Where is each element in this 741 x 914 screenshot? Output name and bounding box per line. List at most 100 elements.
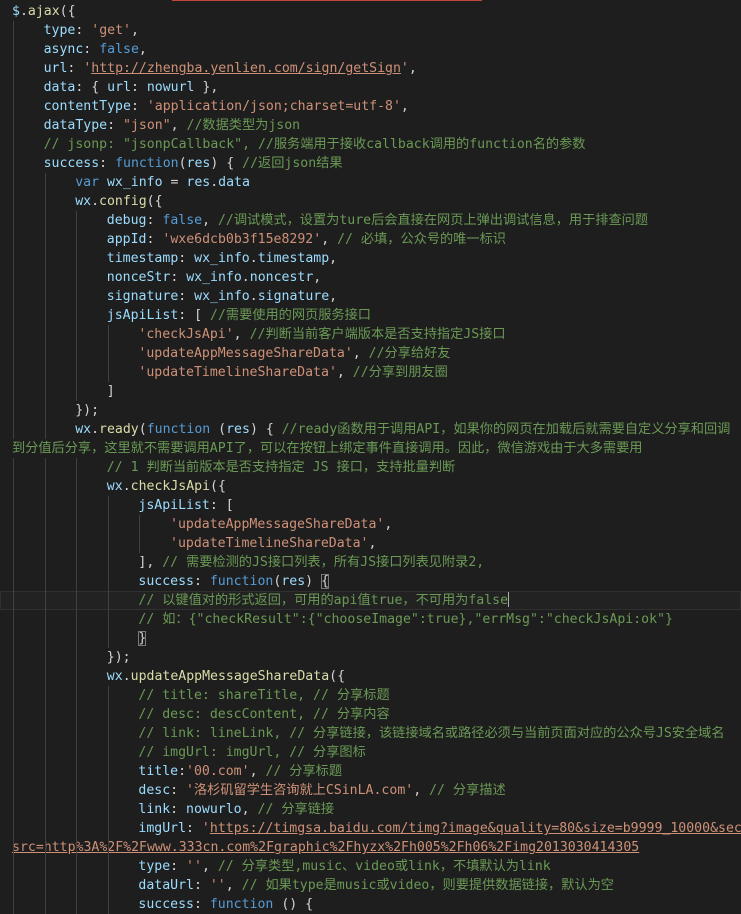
code-token: // 必填，公众号的唯一标识 [337, 232, 506, 247]
code-line[interactable]: wx.checkJsApi({ [0, 477, 741, 496]
code-token: title [138, 764, 179, 779]
code-token: '' [186, 859, 202, 874]
code-line[interactable]: jsApiList: [ [0, 496, 741, 515]
code-token: // 1 判断当前版本是否支持指定 JS 接口，支持批量判断 [106, 460, 456, 475]
code-line[interactable]: 'checkJsApi', //判断当前客户端版本是否支持指定JS接口 [0, 325, 741, 344]
code-line[interactable]: ] [0, 382, 741, 401]
code-line[interactable]: type: 'get', [0, 21, 741, 40]
code-line[interactable]: // title: shareTitle, // 分享标题 [0, 686, 741, 705]
code-line[interactable]: wx.config({ [0, 192, 741, 211]
code-token: : [186, 821, 202, 836]
indent-guide [13, 629, 14, 648]
code-line[interactable]: $.ajax({ [0, 2, 741, 21]
code-line[interactable]: 'updateAppMessageShareData', //分享给好友 [0, 344, 741, 363]
code-line[interactable]: 'updateAppMessageShareData', [0, 515, 741, 534]
code-line[interactable]: 'updateTimelineShareData', //分享到朋友圈 [0, 363, 741, 382]
indent-guide [44, 572, 46, 591]
code-line[interactable]: jsApiList: [ //需要使用的网页服务接口 [0, 306, 741, 325]
code-line[interactable]: // imgUrl: imgUrl, // 分享图标 [0, 743, 741, 762]
code-line[interactable]: src=http%3A%2F%2Fwww.333cn.com%2Fgraphic… [0, 838, 741, 857]
code-line[interactable]: url: 'http://zhengba.yenlien.com/sign/ge… [0, 59, 741, 78]
code-line[interactable]: dataUrl: '', // 如果type是music或video，则要提供数… [0, 876, 741, 895]
code-line[interactable]: }); [0, 648, 741, 667]
indent-guide [76, 325, 78, 344]
code-line[interactable]: nonceStr: wx_info.noncestr, [0, 268, 741, 287]
code-token: dataUrl [138, 878, 194, 893]
indent-guide [107, 572, 109, 591]
code-token: : [130, 99, 147, 114]
indent-guide [13, 781, 14, 800]
code-token: : [178, 289, 195, 304]
code-line[interactable]: link: nowurlo, // 分享链接 [0, 800, 741, 819]
code-line[interactable]: dataType: "json", //数据类型为json [0, 116, 741, 135]
indent-guide [44, 325, 46, 344]
code-line[interactable]: debug: false, //调试模式，设置为ture后会直接在网页上弹出调试… [0, 211, 741, 230]
code-token: 'updateTimelineShareData' [138, 365, 337, 380]
indent-guide [107, 344, 109, 363]
code-token: . [210, 175, 219, 190]
code-line[interactable]: desc: '洛杉矶留学生咨询就上CSinLA.com', // 分享描述 [0, 781, 741, 800]
code-line[interactable]: }); [0, 401, 741, 420]
code-token: // 需要检测的JS接口列表，所有JS接口列表见附录2, [162, 555, 485, 570]
code-token: ( [178, 156, 187, 171]
code-token: function [115, 156, 179, 171]
code-line[interactable]: 到分值后分享，这里就不需要调用API了，可以在按钮上绑定事件直接调用。因此，微信… [0, 439, 741, 458]
code-line[interactable]: // 如：{"checkResult":{"chooseImage":true}… [0, 610, 741, 629]
indent-guide [44, 344, 46, 363]
code-line[interactable]: // 1 判断当前版本是否支持指定 JS 接口，支持批量判断 [0, 458, 741, 477]
code-line[interactable]: var wx_info = res.data [0, 173, 741, 192]
code-token: data [43, 80, 76, 95]
indent-guide [76, 648, 78, 667]
indent-guide [44, 800, 46, 819]
code-line[interactable]: signature: wx_info.signature, [0, 287, 741, 306]
code-line[interactable]: success: function(res) { //返回json结果 [0, 154, 741, 173]
indent-guide [107, 800, 109, 819]
code-line[interactable]: timestamp: wx_info.timestamp, [0, 249, 741, 268]
indent-guide [13, 325, 14, 344]
code-token: , [368, 536, 377, 551]
code-token: // jsonp: "jsonpCallback", //服务端用于接收call… [43, 137, 586, 152]
indent-guide [44, 458, 46, 477]
indent-guide [13, 40, 14, 59]
indent-guide [44, 534, 46, 553]
code-line[interactable]: success: function () { [0, 895, 741, 914]
code-line[interactable]: 'updateTimelineShareData', [0, 534, 741, 553]
code-line[interactable]: async: false, [0, 40, 741, 59]
code-token: . [249, 251, 258, 266]
code-line[interactable]: contentType: 'application/json;charset=u… [0, 97, 741, 116]
indent-guide [13, 762, 14, 781]
code-line[interactable]: // desc: descContent, // 分享内容 [0, 705, 741, 724]
code-line[interactable]: imgUrl: 'https://timgsa.baidu.com/timg?i… [0, 819, 741, 838]
indent-guide [13, 363, 14, 382]
indent-guide [13, 686, 14, 705]
code-line[interactable]: success: function(res) { [0, 572, 741, 591]
indent-guide [76, 230, 78, 249]
code-line[interactable]: type: '', // 分享类型,music、video或link，不填默认为… [0, 857, 741, 876]
indent-guide [13, 116, 14, 135]
indent-guide [44, 306, 46, 325]
code-token: : [83, 42, 100, 57]
code-line[interactable]: // jsonp: "jsonpCallback", //服务端用于接收call… [0, 135, 741, 154]
code-line[interactable]: data: { url: nowurl }, [0, 78, 741, 97]
code-line[interactable]: // 以键值对的形式返回，可用的api值true，不可用为false [0, 591, 741, 610]
indent-guide [107, 629, 109, 648]
code-editor[interactable]: $.ajax({type: 'get', async: false, url: 'h… [0, 0, 741, 914]
code-line[interactable]: wx.ready(function (res) { //ready函数用于调用A… [0, 420, 741, 439]
code-line[interactable]: ], // 需要检测的JS接口列表，所有JS接口列表见附录2, [0, 553, 741, 572]
code-token: '洛杉矶留学生咨询就上CSinLA.com' [186, 783, 414, 798]
code-line[interactable]: title:'00.com', // 分享标题 [0, 762, 741, 781]
code-token: ({ [146, 194, 163, 209]
code-line[interactable]: wx.updateAppMessageShareData({ [0, 667, 741, 686]
indent-guide [44, 629, 46, 648]
indent-guide [139, 515, 141, 534]
indent-guide [13, 477, 14, 496]
code-line[interactable]: appId: 'wxe6dcb0b3f15e8292', // 必填，公众号的唯… [0, 230, 741, 249]
code-token: wx [106, 479, 123, 494]
code-line[interactable]: } [0, 629, 741, 648]
indent-guide [13, 458, 14, 477]
code-line[interactable]: // link: lineLink, // 分享链接，该链接域名或路径必须与当前… [0, 724, 741, 743]
indent-guide [76, 705, 78, 724]
code-token: , [130, 23, 139, 38]
code-token: nowurlo [186, 802, 242, 817]
code-area[interactable]: $.ajax({type: 'get', async: false, url: 'h… [0, 2, 741, 914]
